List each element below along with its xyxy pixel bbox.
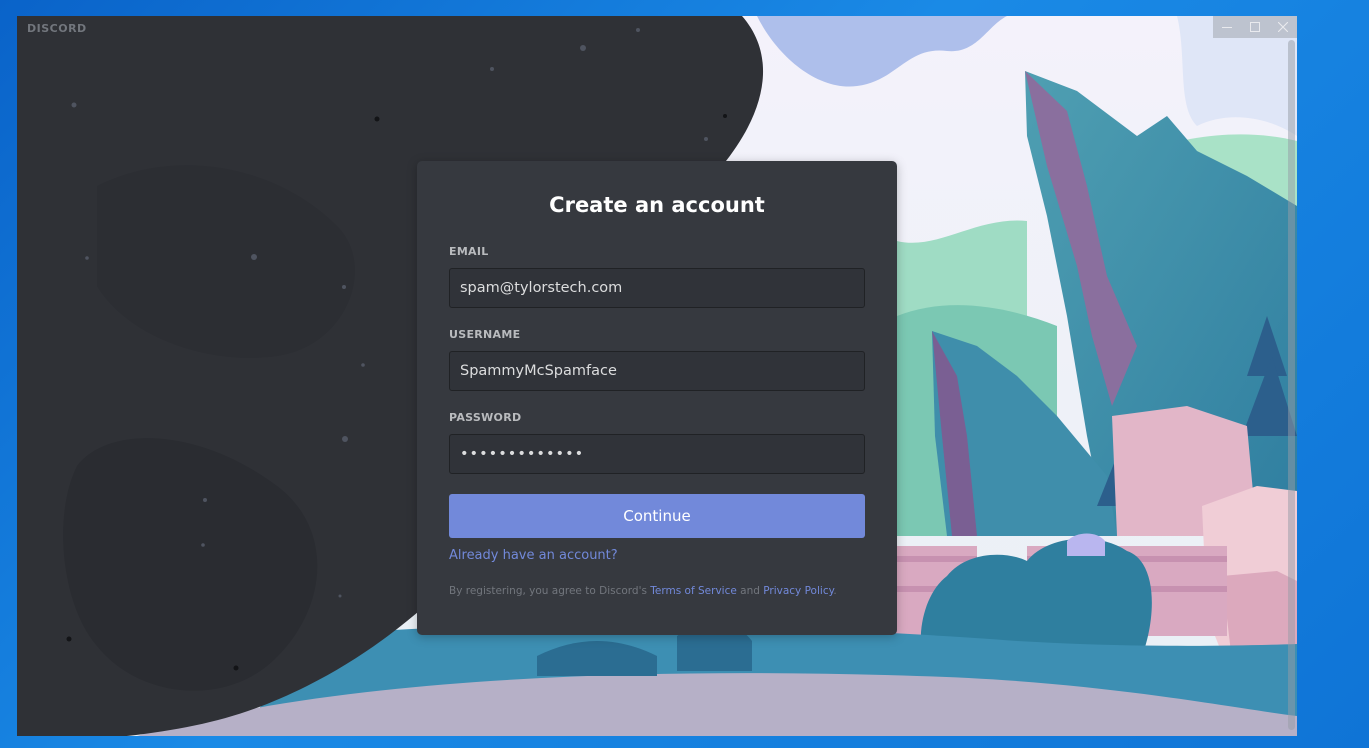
desktop-background: DISCORD Create an account EMAIL USERNAME xyxy=(0,0,1369,748)
close-icon[interactable] xyxy=(1269,16,1297,38)
legal-and: and xyxy=(736,585,764,597)
minimize-icon[interactable] xyxy=(1213,16,1241,38)
register-card: Create an account EMAIL USERNAME PASSWOR… xyxy=(417,161,897,635)
discord-logo: DISCORD xyxy=(27,22,87,35)
email-field-group: EMAIL xyxy=(449,245,865,308)
password-label: PASSWORD xyxy=(449,411,522,424)
page-title: Create an account xyxy=(549,193,765,217)
email-input[interactable] xyxy=(449,268,865,308)
app-window: DISCORD Create an account EMAIL USERNAME xyxy=(17,16,1297,736)
window-controls xyxy=(1213,16,1297,38)
maximize-icon[interactable] xyxy=(1241,16,1269,38)
username-field-group: USERNAME xyxy=(449,328,865,391)
legal-suffix: . xyxy=(833,585,837,597)
terms-of-service-link[interactable]: Terms of Service xyxy=(650,585,737,597)
window-scrollbar[interactable] xyxy=(1288,40,1295,730)
legal-notice: By registering, you agree to Discord's T… xyxy=(449,583,865,599)
password-field-group: PASSWORD xyxy=(449,411,865,474)
login-link[interactable]: Already have an account? xyxy=(449,548,618,563)
username-label: USERNAME xyxy=(449,328,521,341)
privacy-policy-link[interactable]: Privacy Policy xyxy=(763,585,833,597)
legal-prefix: By registering, you agree to Discord's xyxy=(449,585,651,597)
continue-button[interactable]: Continue xyxy=(449,494,865,538)
email-label: EMAIL xyxy=(449,245,489,258)
password-input[interactable] xyxy=(449,434,865,474)
username-input[interactable] xyxy=(449,351,865,391)
